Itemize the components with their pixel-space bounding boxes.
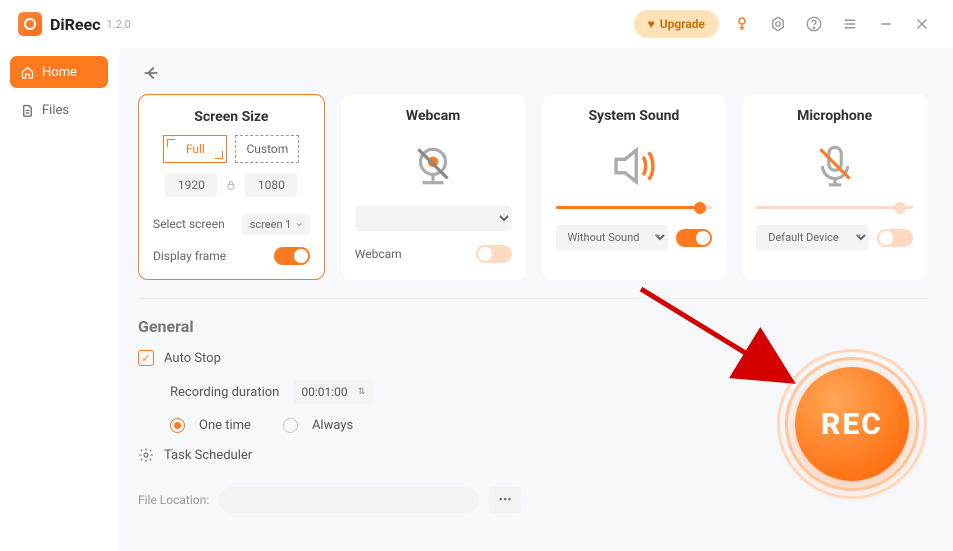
mode-custom[interactable]: Custom (235, 135, 299, 163)
settings-icon[interactable] (765, 11, 791, 37)
auto-stop-checkbox[interactable]: ✓ (138, 350, 154, 366)
webcam-device-select[interactable] (355, 206, 512, 231)
card-screen-size: Screen Size Full Custom Select screen sc… (138, 94, 325, 280)
task-scheduler-label[interactable]: Task Scheduler (164, 448, 252, 463)
duration-value: 00:01:00 (301, 385, 347, 399)
screen-select[interactable]: screen 1 (242, 214, 310, 235)
app-version: 1.2.0 (107, 18, 131, 31)
webcam-off-icon (405, 138, 461, 194)
help-icon[interactable] (801, 11, 827, 37)
record-button-wrap: REC (777, 349, 927, 499)
mic-off-icon (807, 138, 863, 194)
back-icon[interactable] (140, 62, 162, 84)
card-system-sound: System Sound Without Sound (542, 94, 727, 280)
nav-files-label: Files (42, 103, 69, 118)
key-icon[interactable] (729, 11, 755, 37)
lock-icon[interactable] (225, 179, 237, 191)
card-microphone: Microphone Default Device (742, 94, 927, 280)
mode-full[interactable]: Full (163, 135, 227, 163)
files-icon (20, 103, 35, 118)
minimize-icon[interactable] (873, 11, 899, 37)
general-title: General (138, 317, 927, 336)
mic-toggle[interactable] (877, 229, 913, 247)
app-logo (18, 12, 42, 36)
speaker-icon (606, 138, 662, 194)
home-icon (20, 65, 35, 80)
card-title-sound: System Sound (588, 108, 679, 124)
sound-source-select[interactable]: Without Sound (556, 225, 669, 250)
one-time-label: One time (199, 418, 251, 433)
mic-device-select[interactable]: Default Device (756, 225, 869, 250)
nav-home-label: Home (42, 65, 77, 80)
upgrade-label: Upgrade (660, 17, 705, 31)
sound-slider[interactable] (556, 206, 713, 209)
mic-slider[interactable] (756, 206, 913, 209)
upgrade-button[interactable]: ♥ Upgrade (634, 10, 719, 38)
duration-input[interactable]: 00:01:00 ⇅ (293, 380, 373, 404)
file-location-label: File Location: (138, 493, 209, 507)
sidebar: Home Files (0, 48, 118, 551)
app-name: DiReec (50, 15, 101, 34)
sound-toggle[interactable] (676, 229, 712, 247)
gear-icon (138, 447, 154, 463)
display-frame-label: Display frame (153, 249, 226, 263)
width-input[interactable] (165, 173, 217, 197)
always-label: Always (312, 418, 353, 433)
display-frame-toggle[interactable] (274, 247, 310, 265)
nav-files[interactable]: Files (10, 94, 108, 126)
webcam-label: Webcam (355, 247, 468, 261)
crown-icon: ♥ (648, 17, 655, 31)
card-webcam: Webcam Webcam (341, 94, 526, 280)
always-radio[interactable] (283, 418, 298, 433)
separator (138, 298, 927, 299)
file-location-input[interactable] (219, 487, 479, 513)
auto-stop-label: Auto Stop (164, 351, 221, 366)
one-time-radio[interactable] (170, 418, 185, 433)
card-title-screen: Screen Size (194, 109, 268, 125)
nav-home[interactable]: Home (10, 56, 108, 88)
webcam-toggle[interactable] (476, 245, 512, 263)
menu-icon[interactable] (837, 11, 863, 37)
stepper-icon: ⇅ (358, 387, 366, 397)
card-title-mic: Microphone (797, 108, 872, 124)
card-title-webcam: Webcam (406, 108, 460, 124)
select-screen-label: Select screen (153, 217, 225, 231)
recording-duration-label: Recording duration (170, 385, 279, 400)
file-location-browse[interactable]: ••• (489, 487, 521, 513)
close-icon[interactable] (909, 11, 935, 37)
height-input[interactable] (245, 173, 297, 197)
